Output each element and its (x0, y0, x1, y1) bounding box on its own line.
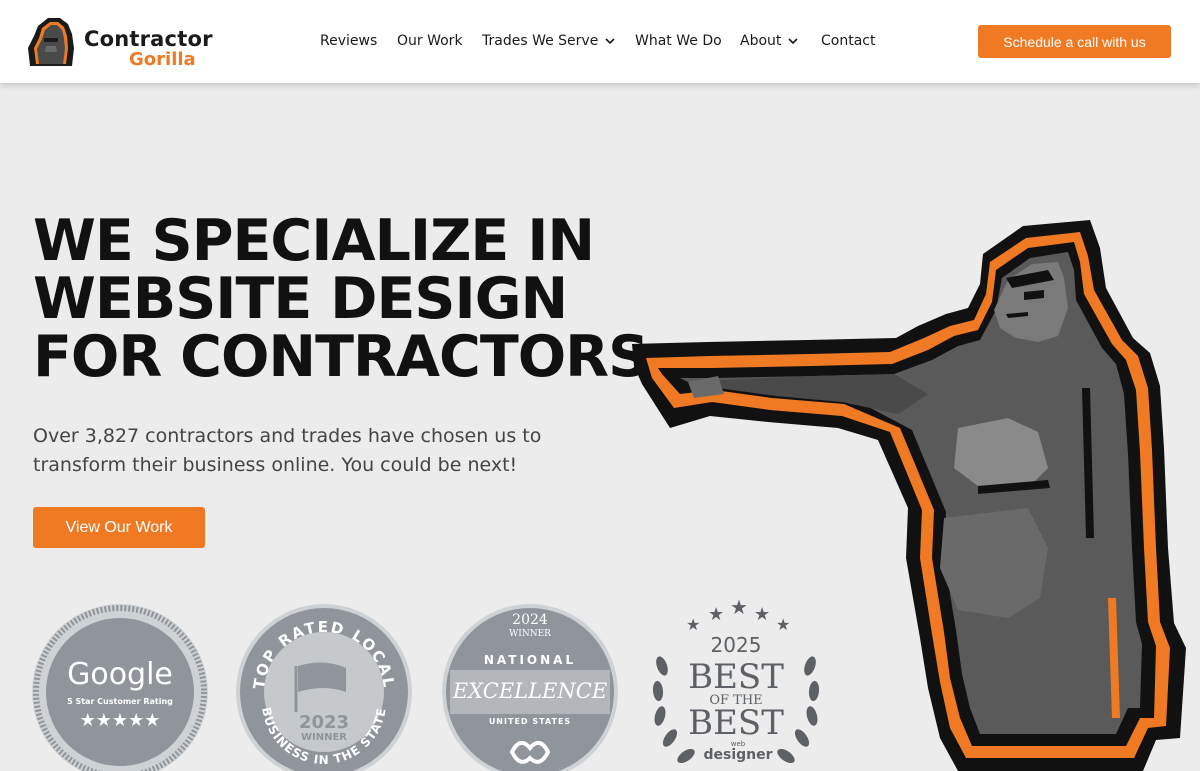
award-badges: Google 5 Star Customer Rating ★★★★★ TOP … (30, 596, 850, 771)
star-icon: ★ (776, 615, 790, 634)
chevron-down-icon (605, 38, 615, 45)
view-our-work-button[interactable]: View Our Work (33, 507, 205, 548)
top-rated-local-badge: TOP RATED LOCAL BUSINESS IN THE STATE 20… (236, 604, 412, 771)
main-nav: Reviews Our Work Trades We Serve What We… (320, 30, 881, 52)
logo-link[interactable]: Contractor Gorilla (24, 14, 214, 70)
best-line3: BEST (688, 703, 784, 743)
nav-item-what-we-do[interactable]: What We Do (635, 30, 740, 52)
national-winner: WINNER (509, 629, 551, 639)
top-rated-year: 2023 (299, 712, 349, 733)
star-icon: ★ (708, 604, 724, 625)
nav-label: Reviews (320, 33, 378, 49)
star-icon: ★ (686, 615, 700, 634)
nav-item-about[interactable]: About (740, 30, 821, 52)
headline-line: WEBSITE DESIGN (33, 266, 568, 332)
best-line1: BEST (688, 657, 784, 697)
hero-headline: WE SPECIALIZE IN WEBSITE DESIGN FOR CONT… (33, 208, 649, 390)
nav-label: Our Work (397, 33, 463, 49)
headline-line: FOR CONTRACTORS (33, 324, 649, 390)
nav-item-trades-we-serve[interactable]: Trades We Serve (482, 30, 635, 52)
nav-item-reviews[interactable]: Reviews (320, 30, 397, 52)
national-main: EXCELLENCE (452, 679, 607, 703)
nav-label: Trades We Serve (482, 33, 599, 49)
best-brand: designer (703, 747, 772, 763)
nav-label: Contact (821, 33, 876, 49)
national-title: NATIONAL (484, 653, 576, 667)
star-icon: ★★★★★ (80, 710, 161, 731)
national-year: 2024 (512, 612, 548, 628)
nav-item-contact[interactable]: Contact (821, 30, 881, 52)
star-icon: ★ (754, 604, 770, 625)
national-sub: UNITED STATES (489, 717, 571, 726)
best-of-the-best-badge: ★ ★ ★ ★ ★ 2025 BEST OF THE BEST web desi… (652, 596, 820, 764)
nav-label: What We Do (635, 33, 722, 49)
headline-line: WE SPECIALIZE IN (33, 208, 595, 274)
gorilla-logo-icon (28, 18, 74, 66)
google-badge-brand: Google (67, 657, 173, 692)
best-year: 2025 (711, 633, 762, 657)
national-excellence-badge: 2024 WINNER NATIONAL EXCELLENCE UNITED S… (442, 604, 618, 771)
top-rated-winner: WINNER (301, 732, 347, 743)
nav-label: About (740, 33, 782, 49)
chevron-down-icon (788, 38, 798, 45)
site-header: Contractor Gorilla Reviews Our Work Trad… (0, 0, 1200, 83)
google-badge-caption: 5 Star Customer Rating (67, 697, 173, 706)
logo-text-contractor: Contractor (84, 27, 213, 51)
hero-subtext: Over 3,827 contractors and trades have c… (33, 425, 542, 476)
nav-item-our-work[interactable]: Our Work (397, 30, 482, 52)
star-icon: ★ (730, 596, 748, 619)
logo-text-gorilla: Gorilla (129, 49, 196, 70)
google-rating-badge: Google 5 Star Customer Rating ★★★★★ (32, 604, 208, 771)
schedule-call-button[interactable]: Schedule a call with us (978, 25, 1171, 58)
